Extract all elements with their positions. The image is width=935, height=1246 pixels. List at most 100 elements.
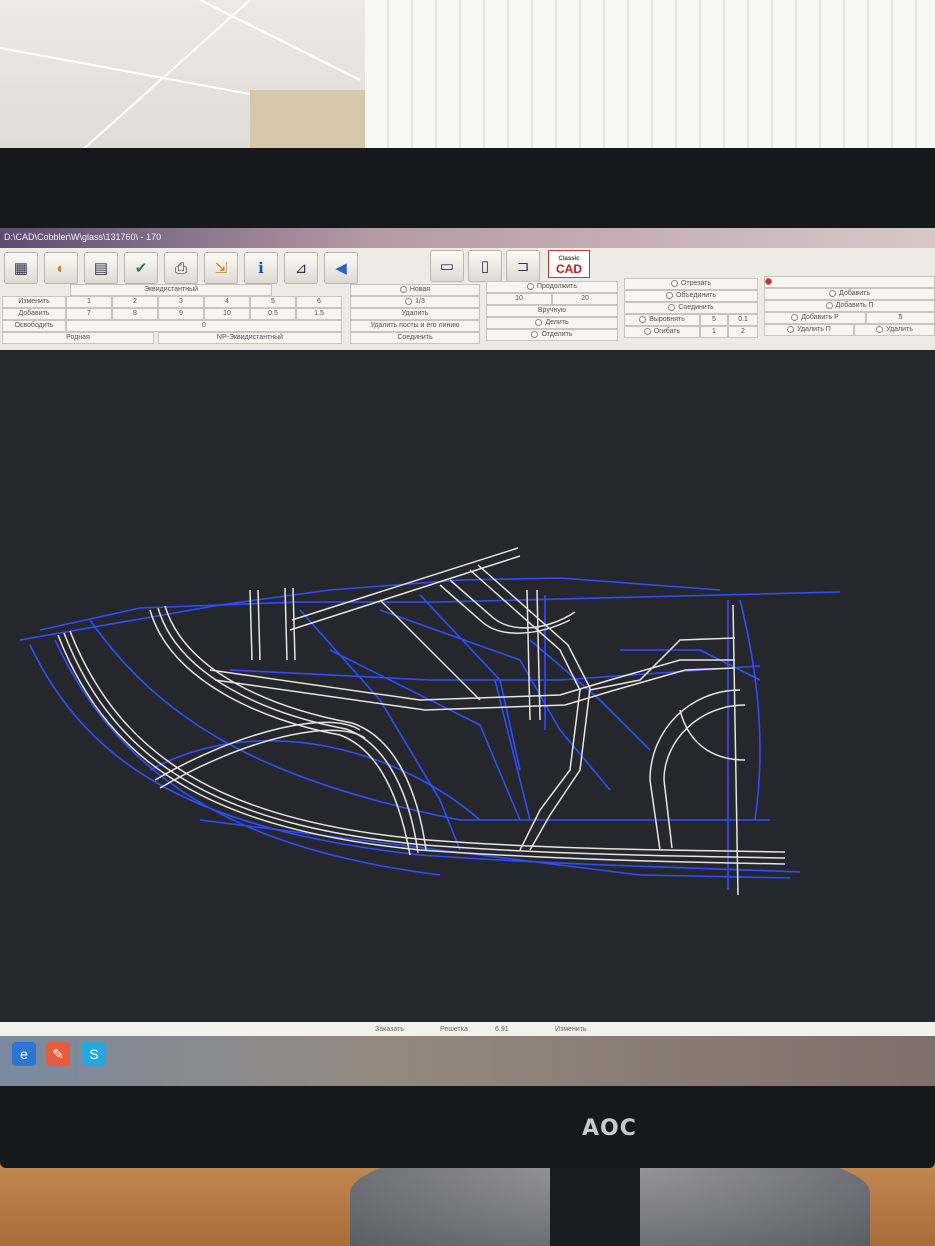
radio-icon bbox=[787, 325, 795, 333]
save-icon[interactable]: ▭ bbox=[430, 250, 464, 282]
add-value[interactable]: 5 bbox=[866, 312, 935, 324]
radio-icon bbox=[639, 315, 647, 323]
wrap-value-1[interactable]: 1 bbox=[700, 326, 728, 338]
white-outline bbox=[439, 584, 571, 634]
shoe-pattern-drawing[interactable] bbox=[0, 350, 935, 1056]
paint-icon[interactable]: ◐ bbox=[44, 252, 78, 284]
blue-outline-group bbox=[19, 577, 841, 890]
edit-button[interactable]: Изменить bbox=[2, 296, 66, 308]
print-icon[interactable]: ⎙ bbox=[164, 252, 198, 284]
internet-explorer-icon[interactable]: e bbox=[12, 1042, 36, 1066]
value-cell[interactable]: 8 bbox=[112, 308, 158, 320]
value-cell[interactable]: 4 bbox=[204, 296, 250, 308]
paint-app-icon[interactable]: ✎ bbox=[46, 1042, 70, 1066]
logo-big-text: CAD bbox=[556, 262, 582, 276]
merge-label: Объединить bbox=[676, 292, 716, 299]
separate-option[interactable]: Отделить bbox=[486, 329, 618, 341]
value-cell[interactable]: 0 bbox=[66, 320, 342, 332]
white-outline bbox=[536, 589, 541, 721]
value-cell[interactable]: 10 bbox=[204, 308, 250, 320]
blue-outline bbox=[419, 594, 521, 771]
white-outline bbox=[663, 704, 746, 849]
add-r-label: Добавить Р bbox=[801, 314, 839, 321]
merge-option[interactable]: Объединить bbox=[624, 290, 758, 302]
blue-outline bbox=[379, 609, 611, 791]
toolbar-right: ▭ ▯ ⊐ bbox=[430, 250, 540, 282]
blue-outline bbox=[229, 665, 761, 681]
value-cell[interactable]: 1.5 bbox=[296, 308, 342, 320]
wrap-value-2[interactable]: 2 bbox=[728, 326, 758, 338]
align-option[interactable]: Выровнять bbox=[624, 314, 700, 326]
align-label: Выровнять bbox=[649, 316, 685, 323]
one-third-option[interactable]: 1/3 bbox=[350, 296, 480, 308]
white-outline bbox=[159, 729, 366, 789]
connect-button[interactable]: Соединить bbox=[350, 332, 480, 344]
new-option[interactable]: Новая bbox=[350, 284, 480, 296]
window-blinds bbox=[365, 0, 935, 165]
check-icon[interactable]: ✔ bbox=[124, 252, 158, 284]
chart-icon[interactable]: ▤ bbox=[84, 252, 118, 284]
cut-option[interactable]: Отрезать bbox=[624, 278, 758, 290]
order-status[interactable]: Заказать bbox=[375, 1026, 404, 1033]
cad-drawing-canvas[interactable] bbox=[0, 350, 935, 1056]
export-icon[interactable]: ⇲ bbox=[204, 252, 238, 284]
wrap-label: Огибать bbox=[653, 328, 681, 335]
add-p-option[interactable]: Добавить П bbox=[764, 300, 935, 312]
add-button[interactable]: Добавить bbox=[2, 308, 66, 320]
window-titlebar: D:\CAD\Cobbler\W\glass\131760\ - 170 bbox=[0, 228, 935, 248]
radio-icon bbox=[829, 289, 837, 297]
add-option[interactable]: Добавить bbox=[764, 288, 935, 300]
info-icon[interactable]: ℹ bbox=[244, 252, 278, 284]
white-outline bbox=[164, 605, 427, 851]
window-title: D:\CAD\Cobbler\W\glass\131760\ - 170 bbox=[4, 232, 162, 242]
table-icon[interactable]: ▦ bbox=[4, 252, 38, 284]
white-outline bbox=[284, 587, 288, 661]
value-cell[interactable]: 1 bbox=[66, 296, 112, 308]
cut-label: Отрезать bbox=[680, 280, 712, 287]
divide-option[interactable]: Делить bbox=[486, 317, 618, 329]
back-arrow-icon[interactable]: ◀ bbox=[324, 252, 358, 284]
continue-label: Продолжить bbox=[536, 283, 578, 290]
join-option[interactable]: Соединить bbox=[624, 302, 758, 314]
align-value-1[interactable]: 5 bbox=[700, 314, 728, 326]
skype-icon[interactable]: S bbox=[82, 1042, 106, 1066]
radio-icon bbox=[765, 277, 772, 285]
wrap-option[interactable]: Огибать bbox=[624, 326, 700, 338]
value-cell[interactable]: 7 bbox=[66, 308, 112, 320]
radio-icon bbox=[643, 327, 651, 335]
radio-icon bbox=[670, 279, 678, 287]
value-cell[interactable]: 6 bbox=[296, 296, 342, 308]
value-cell[interactable]: 0.5 bbox=[250, 308, 296, 320]
np-equidistant-option[interactable]: NP-Эквидистантный bbox=[158, 332, 342, 344]
white-outline bbox=[589, 637, 736, 691]
continue-option[interactable]: Продолжить bbox=[486, 281, 618, 293]
radio-icon bbox=[791, 313, 799, 321]
add-panel-selector[interactable] bbox=[764, 276, 935, 288]
align-value-2[interactable]: 0.1 bbox=[728, 314, 758, 326]
door-icon[interactable]: ⊐ bbox=[506, 250, 540, 282]
edit-status[interactable]: Изменить bbox=[555, 1026, 587, 1033]
value-cell[interactable]: 9 bbox=[158, 308, 204, 320]
blue-outline bbox=[19, 577, 721, 641]
one-third-label: 1/3 bbox=[415, 298, 425, 305]
white-outline-group bbox=[57, 547, 786, 896]
white-outline bbox=[63, 632, 786, 859]
delete-posts-button[interactable]: Удалить посты и его линию bbox=[350, 320, 480, 332]
add-r-option[interactable]: Добавить Р bbox=[764, 312, 866, 324]
delete-button[interactable]: Удалить bbox=[350, 308, 480, 320]
save-as-icon[interactable]: ▯ bbox=[468, 250, 502, 282]
grid-status[interactable]: Решетка bbox=[440, 1026, 468, 1033]
delete-option[interactable]: Удалить bbox=[854, 324, 935, 336]
windows-taskbar: e ✎ S bbox=[0, 1036, 935, 1086]
native-option[interactable]: Родная bbox=[2, 332, 154, 344]
delete-p-option[interactable]: Удалить П bbox=[764, 324, 854, 336]
value-cell[interactable]: 3 bbox=[158, 296, 204, 308]
continue-value-2[interactable]: 20 bbox=[552, 293, 618, 305]
value-cell[interactable]: 2 bbox=[112, 296, 158, 308]
release-button[interactable]: Освободить bbox=[2, 320, 66, 332]
manual-option[interactable]: Вручную bbox=[486, 305, 618, 317]
ruler-icon[interactable]: ⊿ bbox=[284, 252, 318, 284]
continue-value-1[interactable]: 10 bbox=[486, 293, 552, 305]
value-cell[interactable]: 5 bbox=[250, 296, 296, 308]
white-outline bbox=[379, 599, 481, 701]
